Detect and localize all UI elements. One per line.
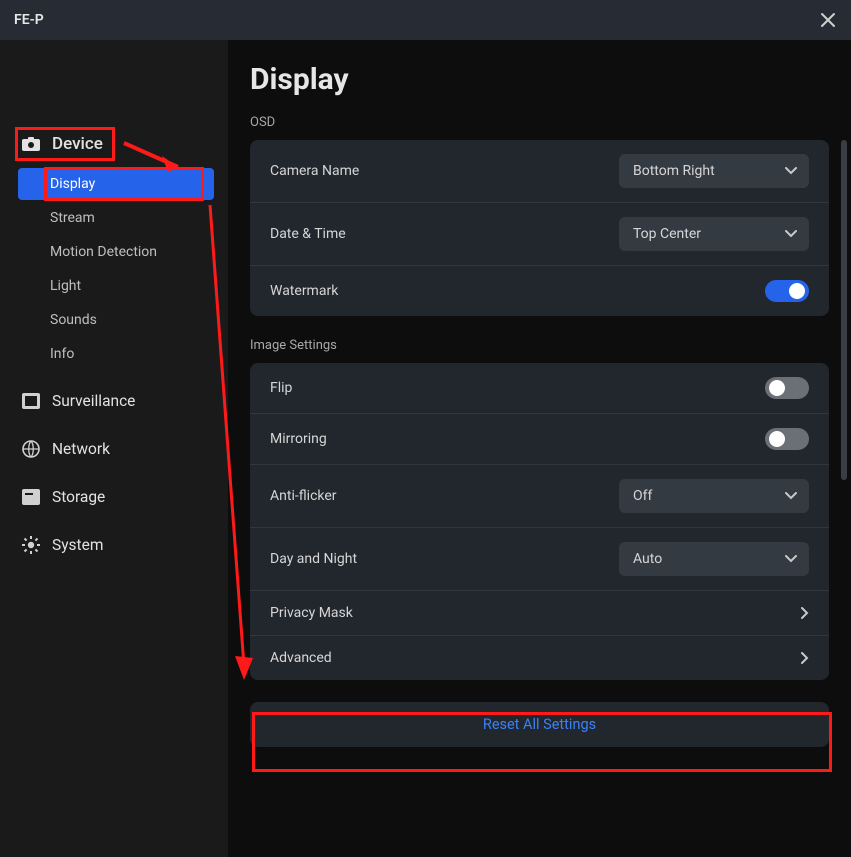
scrollbar[interactable] xyxy=(841,140,847,480)
surveillance-icon xyxy=(22,392,40,410)
reset-all-settings-button[interactable]: Reset All Settings xyxy=(250,702,829,747)
sidebar-item-info[interactable]: Info xyxy=(18,338,214,370)
row-flip: Flip xyxy=(250,363,829,414)
sidebar-item-label: System xyxy=(52,536,103,554)
row-label: Camera Name xyxy=(270,163,359,179)
sidebar-item-device[interactable]: Device xyxy=(18,126,214,162)
sidebar-item-label: Surveillance xyxy=(52,392,135,410)
row-label: Day and Night xyxy=(270,551,357,567)
row-day-night: Day and Night Auto xyxy=(250,528,829,591)
section-label-osd: OSD xyxy=(250,115,829,130)
toggle-flip[interactable] xyxy=(765,377,809,399)
camera-icon xyxy=(22,135,40,153)
row-camera-name: Camera Name Bottom Right xyxy=(250,140,829,203)
card-image-settings: Flip Mirroring Anti-flicker Off Day and … xyxy=(250,363,829,680)
sidebar-item-sounds[interactable]: Sounds xyxy=(18,304,214,336)
row-mirroring: Mirroring xyxy=(250,414,829,465)
sidebar-item-label: Device xyxy=(52,134,103,154)
gear-icon xyxy=(22,536,40,554)
main-content: Display OSD Camera Name Bottom Right Dat… xyxy=(228,40,851,857)
toggle-watermark[interactable] xyxy=(765,280,809,302)
row-anti-flicker: Anti-flicker Off xyxy=(250,465,829,528)
row-label: Watermark xyxy=(270,283,338,299)
sidebar-item-storage[interactable]: Storage xyxy=(18,480,214,514)
sidebar-item-network[interactable]: Network xyxy=(18,432,214,466)
row-label: Date & Time xyxy=(270,226,346,242)
sidebar-item-label: Storage xyxy=(52,488,105,506)
chevron-down-icon xyxy=(785,230,797,238)
row-advanced[interactable]: Advanced xyxy=(250,636,829,680)
chevron-down-icon xyxy=(785,492,797,500)
sidebar-item-motion-detection[interactable]: Motion Detection xyxy=(18,236,214,268)
row-watermark: Watermark xyxy=(250,266,829,316)
select-date-time[interactable]: Top Center xyxy=(619,217,809,251)
sidebar-item-label: Network xyxy=(52,440,110,458)
close-icon[interactable] xyxy=(819,11,837,29)
section-label-image-settings: Image Settings xyxy=(250,338,829,353)
storage-icon xyxy=(22,488,40,506)
page-title: Display xyxy=(250,62,829,97)
chevron-down-icon xyxy=(785,167,797,175)
row-label: Mirroring xyxy=(270,431,327,447)
select-day-night[interactable]: Auto xyxy=(619,542,809,576)
row-label: Advanced xyxy=(270,650,332,666)
toggle-mirroring[interactable] xyxy=(765,428,809,450)
title-bar: FE-P xyxy=(0,0,851,40)
select-anti-flicker[interactable]: Off xyxy=(619,479,809,513)
row-label: Anti-flicker xyxy=(270,488,337,504)
card-osd: Camera Name Bottom Right Date & Time Top… xyxy=(250,140,829,316)
sidebar-item-surveillance[interactable]: Surveillance xyxy=(18,384,214,418)
chevron-right-icon xyxy=(801,652,809,664)
window-title: FE-P xyxy=(14,12,44,28)
select-camera-name[interactable]: Bottom Right xyxy=(619,154,809,188)
sidebar: Device Display Stream Motion Detection L… xyxy=(0,40,228,857)
row-privacy-mask[interactable]: Privacy Mask xyxy=(250,591,829,636)
sidebar-item-system[interactable]: System xyxy=(18,528,214,562)
chevron-right-icon xyxy=(801,607,809,619)
sidebar-item-light[interactable]: Light xyxy=(18,270,214,302)
chevron-down-icon xyxy=(785,555,797,563)
row-label: Privacy Mask xyxy=(270,605,353,621)
sidebar-item-display[interactable]: Display xyxy=(18,168,214,200)
row-date-time: Date & Time Top Center xyxy=(250,203,829,266)
globe-icon xyxy=(22,440,40,458)
sidebar-item-stream[interactable]: Stream xyxy=(18,202,214,234)
row-label: Flip xyxy=(270,380,292,396)
